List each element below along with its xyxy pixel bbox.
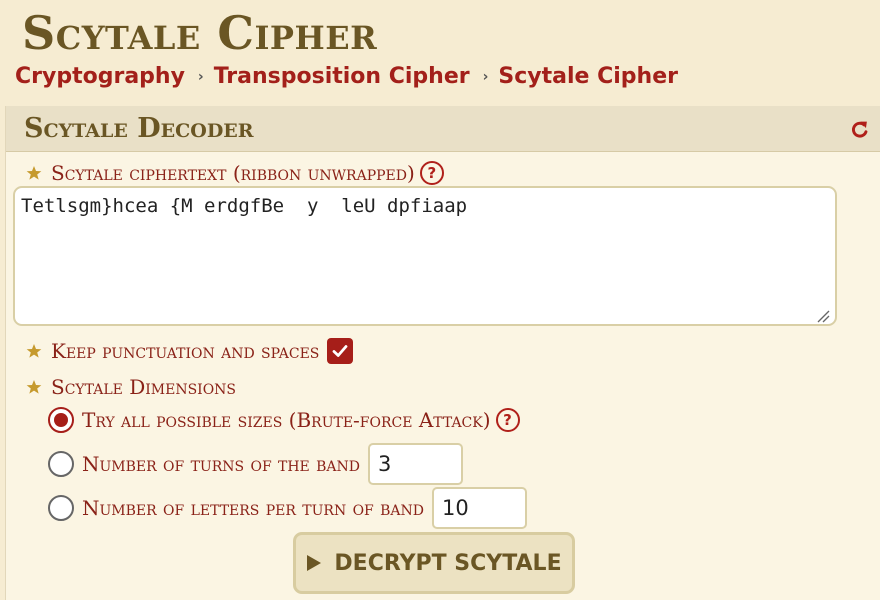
ciphertext-label: Scytale ciphertext (ribbon unwrapped) ?	[26, 161, 444, 185]
resize-grip-icon[interactable]	[814, 307, 830, 323]
tool-header: Scytale Decoder	[6, 106, 880, 152]
turns-radio[interactable]	[48, 451, 74, 477]
option-brute-force: Try all possible sizes (Brute-force Atta…	[48, 407, 520, 433]
turns-input[interactable]	[368, 443, 464, 485]
play-icon	[307, 555, 322, 571]
dimensions-label-row: Scytale Dimensions	[26, 375, 236, 399]
brute-force-radio[interactable]	[48, 407, 74, 433]
breadcrumb-scytale-cipher[interactable]: Scytale Cipher	[498, 64, 678, 89]
decrypt-button[interactable]: DECRYPT SCYTALE	[293, 532, 575, 594]
star-icon	[26, 344, 42, 358]
breadcrumb-cryptography[interactable]: Cryptography	[15, 64, 185, 89]
star-icon	[26, 380, 42, 394]
keep-punctuation-row: Keep punctuation and spaces	[26, 338, 354, 364]
brute-force-label[interactable]: Try all possible sizes (Brute-force Atta…	[82, 408, 491, 432]
help-icon[interactable]: ?	[419, 161, 444, 185]
turns-label[interactable]: Number of turns of the band	[82, 452, 360, 476]
option-turns: Number of turns of the band	[48, 443, 464, 485]
ciphertext-label-text: Scytale ciphertext (ribbon unwrapped)	[51, 161, 415, 185]
letters-per-turn-input[interactable]	[432, 487, 527, 529]
tool-title: Scytale Decoder	[24, 113, 254, 144]
keep-punctuation-checkbox[interactable]	[327, 338, 354, 364]
breadcrumb: Cryptography › Transposition Cipher › Sc…	[15, 64, 678, 89]
letters-per-turn-radio[interactable]	[48, 495, 74, 521]
ciphertext-input[interactable]	[13, 186, 837, 326]
option-letters-per-turn: Number of letters per turn of band	[48, 487, 527, 529]
decrypt-button-label: DECRYPT SCYTALE	[334, 550, 562, 576]
breadcrumb-transposition-cipher[interactable]: Transposition Cipher	[214, 64, 470, 89]
dimensions-label: Scytale Dimensions	[51, 375, 237, 399]
reset-arrow-icon[interactable]	[849, 118, 871, 140]
help-icon[interactable]: ?	[495, 408, 520, 432]
breadcrumb-separator: ›	[482, 69, 489, 85]
page-title: Scytale Cipher	[22, 6, 378, 60]
letters-per-turn-label[interactable]: Number of letters per turn of band	[82, 496, 424, 520]
star-icon	[26, 166, 42, 180]
keep-punctuation-label: Keep punctuation and spaces	[51, 339, 320, 363]
checkmark-icon	[333, 345, 348, 357]
scytale-decoder-panel: Scytale Decoder Scytale ciphertext (ribb…	[5, 106, 880, 600]
breadcrumb-separator: ›	[197, 69, 204, 85]
